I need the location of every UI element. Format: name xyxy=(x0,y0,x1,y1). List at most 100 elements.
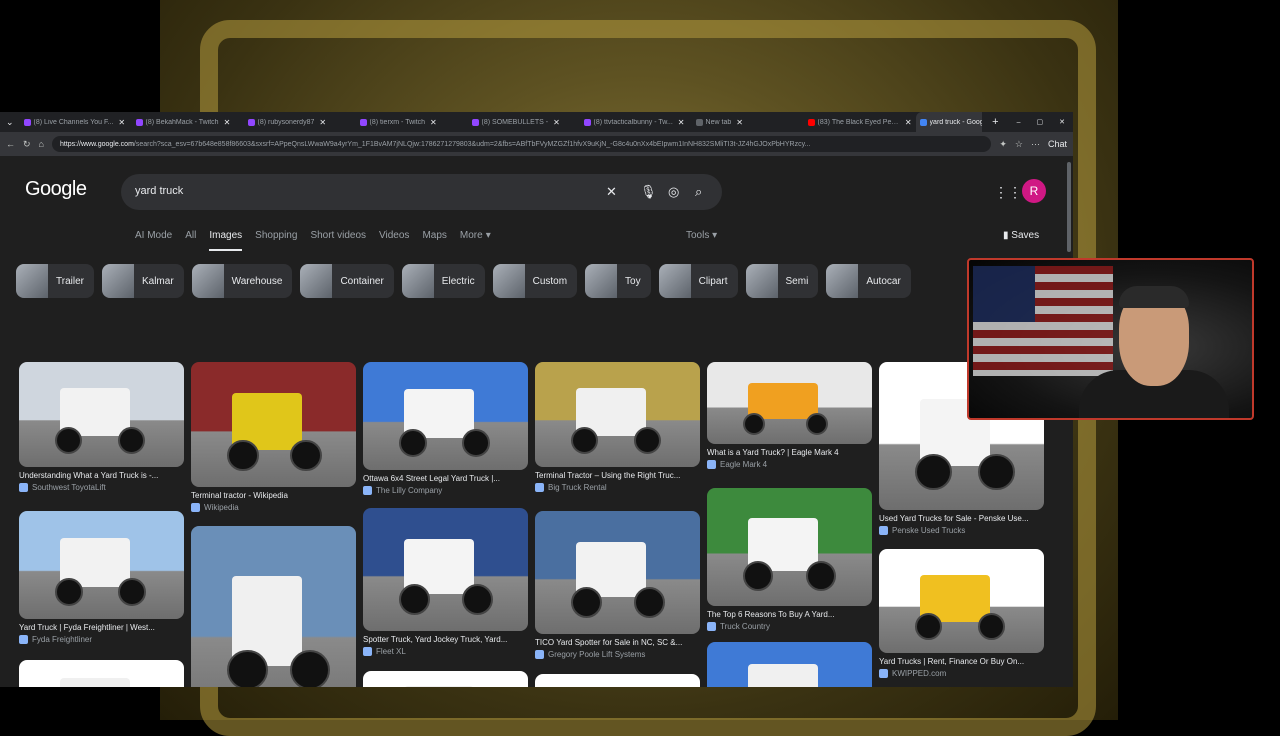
result-source[interactable]: The Lilly Company xyxy=(363,486,528,495)
lens-icon[interactable]: ◎ xyxy=(668,184,679,200)
result-source[interactable]: Penske Used Trucks xyxy=(879,526,1044,535)
chip-autocar[interactable]: Autocar xyxy=(826,264,911,298)
result-source[interactable]: Eagle Mark 4 xyxy=(707,460,872,469)
reload-icon[interactable]: ↻ xyxy=(23,139,31,150)
result-source[interactable]: Southwest ToyotaLift xyxy=(19,483,184,492)
tab-close-icon[interactable]: ✕ xyxy=(553,118,560,127)
result-thumbnail[interactable] xyxy=(19,660,184,687)
scrollbar-thumb[interactable] xyxy=(1067,162,1071,252)
chip-toy[interactable]: Toy xyxy=(585,264,651,298)
result-source[interactable]: KWIPPED.com xyxy=(879,669,1044,678)
chip-clipart[interactable]: Clipart xyxy=(658,264,738,298)
result-thumbnail[interactable] xyxy=(535,362,700,467)
result-caption[interactable]: Terminal tractor - Wikipedia xyxy=(191,491,356,500)
result-thumbnail[interactable] xyxy=(535,511,700,634)
result-caption[interactable]: Terminal Tractor – Using the Right Truc.… xyxy=(535,471,700,480)
image-result[interactable]: The Top 6 Reasons To Buy A Yard... Truck … xyxy=(707,488,872,631)
image-result[interactable]: Terminal Tractor – Using the Right Truc.… xyxy=(535,362,700,492)
image-result[interactable] xyxy=(535,674,700,687)
chip-container[interactable]: Container xyxy=(300,264,394,298)
result-thumbnail[interactable] xyxy=(191,526,356,687)
image-result[interactable]: Yard Truck | Fyda Freightliner | West...… xyxy=(19,511,184,644)
result-caption[interactable]: The Top 6 Reasons To Buy A Yard... xyxy=(707,610,872,619)
browser-tab[interactable]: (8) BekahMack - Twitch ✕ xyxy=(132,112,244,132)
nav-tab-short-videos[interactable]: Short videos xyxy=(310,230,366,251)
image-result[interactable]: Terminal tractor - Wikipedia Wikipedia xyxy=(191,362,356,512)
avatar[interactable]: R xyxy=(1022,179,1046,203)
nav-tab-images[interactable]: Images xyxy=(209,230,243,251)
browser-tab[interactable]: yard truck - Google Sea...✕ xyxy=(915,112,983,132)
image-result[interactable] xyxy=(707,642,872,687)
image-result[interactable]: TICO Yard Spotter for Sale in NC, SC &..… xyxy=(535,511,700,659)
image-result[interactable]: Spotter Truck, Yard Jockey Truck, Yard..… xyxy=(363,508,528,656)
new-tab-button[interactable]: + xyxy=(982,116,1008,128)
home-icon[interactable]: ⌂ xyxy=(39,139,44,149)
tab-close-icon[interactable]: ✕ xyxy=(319,118,326,127)
result-thumbnail[interactable] xyxy=(707,642,872,687)
browser-tab[interactable]: (8) SOMEBULLETS - ✕ xyxy=(468,112,580,132)
result-thumbnail[interactable] xyxy=(363,671,528,687)
image-result[interactable]: Understanding What a Yard Truck is -... S… xyxy=(19,362,184,492)
result-thumbnail[interactable] xyxy=(19,362,184,467)
result-caption[interactable]: Yard Trucks | Rent, Finance Or Buy On... xyxy=(879,657,1044,666)
extensions-icon[interactable]: ✦ xyxy=(999,139,1007,150)
star-icon[interactable]: ☆ xyxy=(1015,139,1023,150)
nav-tab-ai-mode[interactable]: AI Mode xyxy=(135,230,172,251)
result-source[interactable]: Truck Country xyxy=(707,622,872,631)
result-caption[interactable]: Yard Truck | Fyda Freightliner | West... xyxy=(19,623,184,632)
browser-tab[interactable]: New tab ✕ xyxy=(692,112,804,132)
result-caption[interactable]: What is a Yard Truck? | Eagle Mark 4 xyxy=(707,448,872,457)
chip-electric[interactable]: Electric xyxy=(401,264,485,298)
search-input[interactable]: yard truck xyxy=(135,185,183,197)
result-thumbnail[interactable] xyxy=(879,549,1044,653)
chat-button[interactable]: Chat xyxy=(1048,139,1067,149)
tab-close-icon[interactable]: ✕ xyxy=(224,118,231,127)
tab-close-icon[interactable]: ✕ xyxy=(905,118,912,127)
result-source[interactable]: Fyda Freightliner xyxy=(19,635,184,644)
result-caption[interactable]: Used Yard Trucks for Sale - Penske Use..… xyxy=(879,514,1044,523)
minimize-button[interactable]: – xyxy=(1009,119,1029,126)
chip-kalmar[interactable]: Kalmar xyxy=(101,264,184,298)
address-bar[interactable]: https://www.google.com/search?sca_esv=67… xyxy=(51,136,992,152)
result-thumbnail[interactable] xyxy=(707,362,872,444)
tab-search-icon[interactable]: ⌄ xyxy=(0,117,20,128)
result-caption[interactable]: Spotter Truck, Yard Jockey Truck, Yard..… xyxy=(363,635,528,644)
result-source[interactable]: Big Truck Rental xyxy=(535,483,700,492)
browser-tab[interactable]: (83) The Black Eyed Pea... ✕ xyxy=(804,112,916,132)
result-caption[interactable]: Ottawa 6x4 Street Legal Yard Truck |... xyxy=(363,474,528,483)
result-thumbnail[interactable] xyxy=(363,362,528,470)
nav-tab-maps[interactable]: Maps xyxy=(422,230,446,251)
tab-close-icon[interactable]: ✕ xyxy=(736,118,743,127)
chip-trailer[interactable]: Trailer xyxy=(16,264,94,298)
nav-tab-more[interactable]: More xyxy=(460,230,483,251)
nav-tab-shopping[interactable]: Shopping xyxy=(255,230,297,251)
browser-tab[interactable]: (8) rubysonerdy87 ✕ xyxy=(244,112,356,132)
result-source[interactable]: Fleet XL xyxy=(363,647,528,656)
apps-grid-icon[interactable]: ⋮⋮ xyxy=(994,184,1022,201)
back-icon[interactable]: ← xyxy=(6,139,15,149)
result-source[interactable]: Wikipedia xyxy=(191,503,356,512)
google-logo[interactable]: Google xyxy=(25,178,87,201)
nav-tab-videos[interactable]: Videos xyxy=(379,230,409,251)
image-result[interactable] xyxy=(191,526,356,687)
image-result[interactable]: What is a Yard Truck? | Eagle Mark 4 Eagl… xyxy=(707,362,872,469)
chip-custom[interactable]: Custom xyxy=(492,264,578,298)
browser-tab[interactable]: (8) Live Channels You F... ✕ xyxy=(20,112,132,132)
tab-close-icon[interactable]: ✕ xyxy=(678,118,685,127)
tab-close-icon[interactable]: ✕ xyxy=(430,118,437,127)
result-thumbnail[interactable] xyxy=(19,511,184,619)
tab-close-icon[interactable]: ✕ xyxy=(118,118,125,127)
search-icon[interactable]: ⌕ xyxy=(695,184,702,200)
saves-button[interactable]: ▮ Saves xyxy=(1003,230,1039,241)
microphone-icon[interactable]: 🎙 xyxy=(640,184,657,200)
result-thumbnail[interactable] xyxy=(535,674,700,687)
result-source[interactable]: Gregory Poole Lift Systems xyxy=(535,650,700,659)
chip-semi[interactable]: Semi xyxy=(745,264,819,298)
menu-icon[interactable]: ⋯ xyxy=(1031,139,1040,150)
search-box[interactable]: yard truck ✕ 🎙 ◎ ⌕ xyxy=(121,174,722,210)
tools-button[interactable]: Tools ▾ xyxy=(686,230,717,241)
chip-warehouse[interactable]: Warehouse xyxy=(191,264,293,298)
clear-icon[interactable]: ✕ xyxy=(606,184,617,200)
browser-tab[interactable]: (8) ttvtacticalbunny - Tw... ✕ xyxy=(580,112,692,132)
image-result[interactable]: Ottawa 6x4 Street Legal Yard Truck |... T… xyxy=(363,362,528,495)
